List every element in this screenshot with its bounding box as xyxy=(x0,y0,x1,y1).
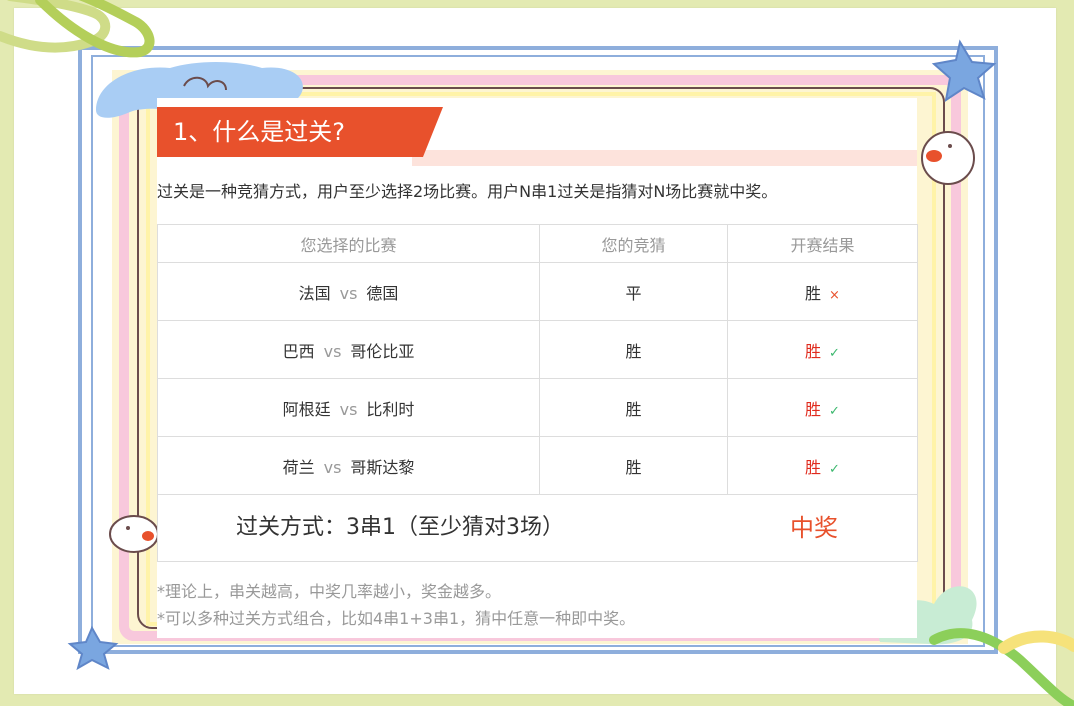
intro-text: 过关是一种竞猜方式，用户至少选择2场比赛。用户N串1过关是指猜对N场比赛就中奖。 xyxy=(157,182,778,201)
guess-cell: 平 xyxy=(539,262,728,321)
check-icon: ✓ xyxy=(829,403,840,419)
table-row: 法国 vs 德国 平 胜 × xyxy=(157,262,918,321)
guess-cell: 胜 xyxy=(539,436,728,495)
away-team: 比利时 xyxy=(366,399,415,419)
result-value: 胜 xyxy=(805,283,822,303)
note-line: *理论上，串关越高，中奖几率越小，奖金越多。 xyxy=(157,582,502,601)
guess-cell: 胜 xyxy=(539,320,728,379)
home-team: 阿根廷 xyxy=(282,399,331,419)
header-match: 您选择的比赛 xyxy=(157,224,540,263)
section-title: 1、什么是过关? xyxy=(173,118,346,146)
home-team: 法国 xyxy=(298,283,331,303)
away-team: 哥伦比亚 xyxy=(350,341,415,361)
result-value: 胜 xyxy=(805,341,822,361)
summary-row: 过关方式：3串1（至少猜对3场） 中奖 xyxy=(157,494,918,562)
guess-cell: 胜 xyxy=(539,378,728,437)
match-cell: 阿根廷 vs 比利时 xyxy=(157,378,540,437)
summary-cell: 过关方式：3串1（至少猜对3场） 中奖 xyxy=(157,494,918,562)
home-team: 巴西 xyxy=(282,341,315,361)
home-team: 荷兰 xyxy=(282,457,315,477)
result-cell: 胜 ✓ xyxy=(727,320,918,379)
match-table: 您选择的比赛 您的竞猜 开赛结果 法国 vs 德国 平 胜 × 巴西 vs 哥伦比亚 胜 xyxy=(157,224,918,562)
check-icon: ✓ xyxy=(829,461,840,477)
vs-label: vs xyxy=(339,283,358,303)
table-row: 巴西 vs 哥伦比亚 胜 胜 ✓ xyxy=(157,320,918,379)
summary-result: 中奖 xyxy=(790,514,838,542)
table-header-row: 您选择的比赛 您的竞猜 开赛结果 xyxy=(157,224,918,263)
match-cell: 荷兰 vs 哥斯达黎 xyxy=(157,436,540,495)
header-result: 开赛结果 xyxy=(727,224,918,263)
result-cell: 胜 × xyxy=(727,262,918,321)
away-team: 哥斯达黎 xyxy=(350,457,415,477)
section-header: 1、什么是过关? xyxy=(157,107,917,166)
content-card: 1、什么是过关? 过关是一种竞猜方式，用户至少选择2场比赛。用户N串1过关是指猜… xyxy=(157,98,918,638)
check-icon: ✓ xyxy=(829,345,840,361)
cross-icon: × xyxy=(829,287,840,303)
result-cell: 胜 ✓ xyxy=(727,378,918,437)
note-line: *可以多种过关方式组合，比如4串1+3串1，猜中任意一种即中奖。 xyxy=(157,609,636,628)
title-stripe xyxy=(412,150,917,166)
header-guess: 您的竞猜 xyxy=(539,224,728,263)
table-row: 荷兰 vs 哥斯达黎 胜 胜 ✓ xyxy=(157,436,918,495)
match-cell: 巴西 vs 哥伦比亚 xyxy=(157,320,540,379)
result-value: 胜 xyxy=(805,399,822,419)
result-cell: 胜 ✓ xyxy=(727,436,918,495)
table-row: 阿根廷 vs 比利时 胜 胜 ✓ xyxy=(157,378,918,437)
match-cell: 法国 vs 德国 xyxy=(157,262,540,321)
away-team: 德国 xyxy=(366,283,399,303)
vs-label: vs xyxy=(323,457,342,477)
summary-label: 过关方式：3串1（至少猜对3场） xyxy=(236,515,564,540)
result-value: 胜 xyxy=(805,457,822,477)
vs-label: vs xyxy=(323,341,342,361)
vs-label: vs xyxy=(339,399,358,419)
